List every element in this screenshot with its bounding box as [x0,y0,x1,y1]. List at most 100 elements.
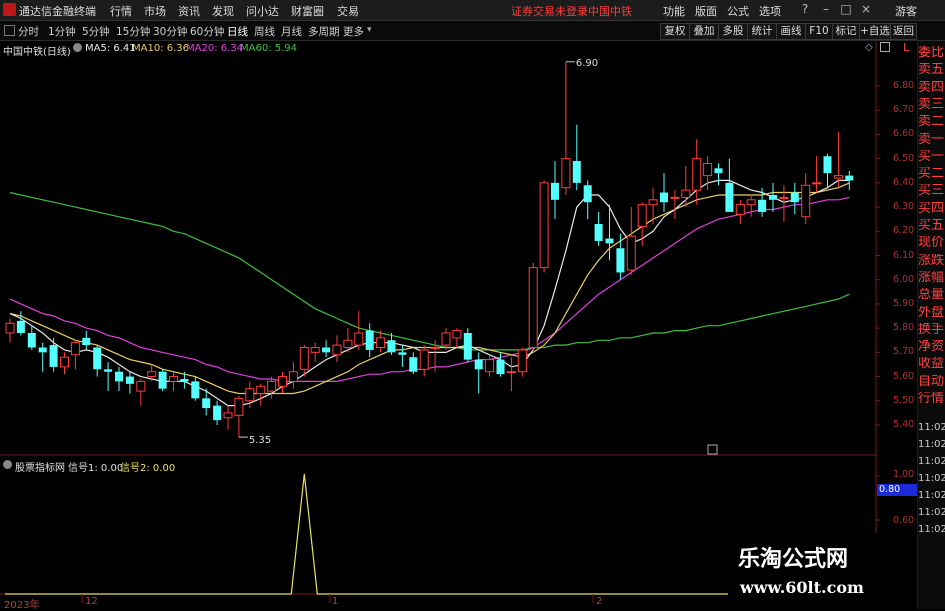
price-tick-label: 6.50 [893,152,915,164]
side-panel-label[interactable]: 涨跌 [918,254,945,268]
period-daily[interactable]: 日线 [227,24,248,39]
overlay-button[interactable]: 叠加 [689,23,719,40]
side-panel-time: 11:02 [918,507,945,518]
menu-formula[interactable]: 公式 [727,3,749,19]
side-panel-time: 11:02 [918,456,945,467]
candle-body-up [812,182,822,185]
side-panel-label[interactable]: 现价 [918,236,945,250]
side-panel-time: 11:02 [918,473,945,484]
candle-body-down [82,337,91,346]
draw-line-button[interactable]: 画线 [776,23,806,40]
side-panel-label[interactable]: 卖五 [918,63,945,77]
adjust-button[interactable]: 复权 [660,23,690,40]
watermark-url: www.60lt.com [740,578,864,597]
period-60min[interactable]: 60分钟 [190,24,224,39]
price-tick-label: 6.40 [893,176,915,188]
side-panel-time: 11:02 [918,490,945,501]
candle-body-up [169,376,178,382]
candle-body-down [823,156,832,174]
toolbar-toggle-icon[interactable] [4,25,15,36]
price-chart[interactable]: 6.90 5.35 [0,41,917,609]
candle-body-down [104,369,113,372]
multi-stock-button[interactable]: 多股 [718,23,748,40]
period-15min[interactable]: 15分钟 [116,24,150,39]
date-label-feb: 2 [596,596,603,607]
menu-market[interactable]: 市场 [144,3,166,19]
candle-body-down [790,192,799,203]
side-panel-label[interactable]: 收益 [918,357,945,371]
menu-trade[interactable]: 交易 [337,3,359,19]
price-tick-label: 6.70 [893,104,915,116]
side-panel-label[interactable]: 买五 [918,219,945,233]
side-panel-label[interactable]: 行情 [918,392,945,406]
side-panel-label[interactable]: 卖三 [918,98,945,112]
candle-body-down [93,347,102,370]
guest-label[interactable]: 游客 [895,3,917,19]
candle-body-up [332,344,342,356]
menu-discover[interactable]: 发现 [212,3,234,19]
side-panel-label[interactable]: 自动 [918,375,945,389]
candle-body-up [5,322,15,334]
side-panel-label[interactable]: 涨幅 [918,271,945,285]
period-5min[interactable]: 5分钟 [82,24,110,39]
side-panel-label[interactable]: 外盘 [918,306,945,320]
period-timeshare[interactable]: 分时 [18,24,39,39]
menu-options[interactable]: 选项 [759,3,781,19]
menu-wealth[interactable]: 财富圈 [291,3,324,19]
side-panel-label[interactable]: 买一 [918,150,945,164]
candle-body-up [626,235,636,271]
mark-button[interactable]: 标记 [832,23,860,40]
price-tick-label: 6.00 [893,273,915,285]
login-notice[interactable]: 证券交易未登录 [511,3,588,19]
candle-body-up [833,175,843,179]
side-panel-label[interactable]: 买四 [918,202,945,216]
price-tick-label: 5.90 [893,297,915,309]
close-icon[interactable]: × [859,2,873,16]
candle-body-up [539,182,549,269]
add-favorite-button[interactable]: +自选 [859,23,891,40]
period-1min[interactable]: 1分钟 [48,24,76,39]
minimize-icon[interactable]: – [819,2,833,16]
period-30min[interactable]: 30分钟 [153,24,187,39]
period-monthly[interactable]: 月线 [281,24,302,39]
side-panel-label[interactable]: 买二 [918,167,945,181]
candle-body-down [365,330,374,350]
price-tick-label: 5.50 [893,394,915,406]
period-more[interactable]: 更多 [343,24,364,39]
candle-body-down [27,332,36,348]
period-multi[interactable]: 多周期 [308,24,340,39]
side-panel-label[interactable]: 委比 [918,46,945,60]
menu-quotes[interactable]: 行情 [110,3,132,19]
side-panel-label[interactable]: 净资 [918,340,945,354]
price-tick-label: 5.40 [893,419,915,430]
candle-body-down [496,359,505,375]
period-weekly[interactable]: 周线 [254,24,275,39]
side-panel-label[interactable]: 总量 [918,288,945,302]
menu-news[interactable]: 资讯 [178,3,200,19]
side-panel-label[interactable]: 卖二 [918,115,945,129]
chevron-down-icon[interactable]: ▾ [367,25,372,35]
side-panel-label[interactable]: 买三 [918,184,945,198]
candle-body-down [387,340,396,353]
candle-body-up [746,199,756,206]
side-panel-label[interactable]: 卖一 [918,133,945,147]
maximize-icon[interactable]: □ [839,2,853,16]
candle-body-up [692,158,702,191]
menu-function[interactable]: 功能 [663,3,685,19]
ma20-line [9,196,850,382]
menu-layout[interactable]: 版面 [695,3,717,19]
candle-body-down [180,378,189,382]
candle-body-up [245,388,255,402]
candle-body-up [681,189,691,198]
side-panel-time: 11:02 [918,422,945,433]
menu-ask[interactable]: 问小达 [246,3,279,19]
stats-button[interactable]: 统计 [747,23,777,40]
side-panel-label[interactable]: 换手 [918,323,945,337]
ma10-line [9,182,850,395]
side-panel-label[interactable]: 卖四 [918,81,945,95]
f10-button[interactable]: F10 [805,23,833,40]
watermark-title: 乐淘公式网 [738,546,849,572]
help-icon[interactable]: ? [798,2,812,16]
candle-body-down [660,192,668,203]
back-button[interactable]: 返回 [890,23,917,40]
